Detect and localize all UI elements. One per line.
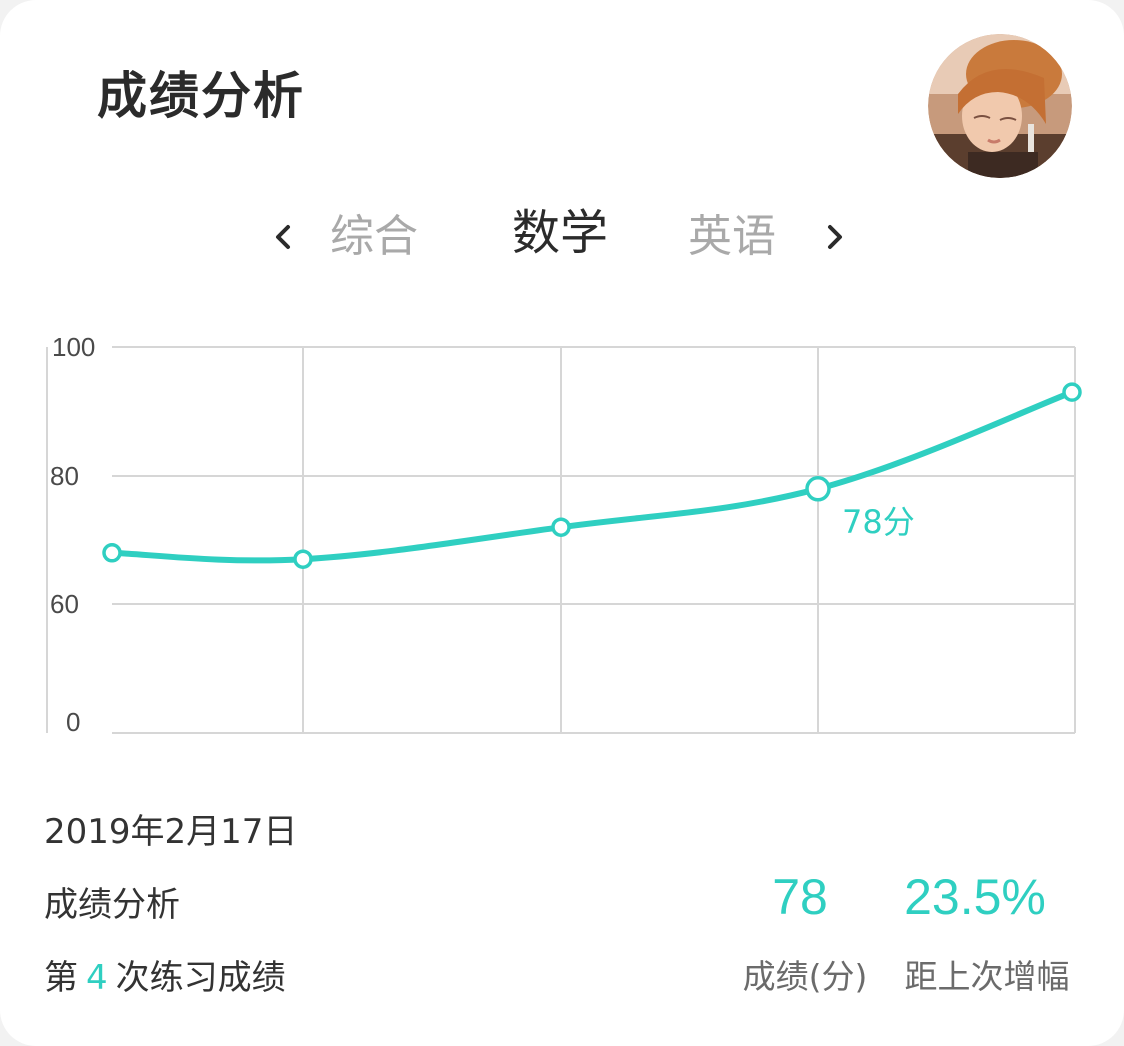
- score-label: 成绩(分): [742, 957, 868, 996]
- practice-number: 4: [86, 958, 108, 998]
- score-value: 78: [772, 869, 828, 925]
- practice-suffix: 次练习成绩: [115, 958, 286, 998]
- tab-comprehensive[interactable]: 综合: [330, 205, 418, 269]
- chevron-left-icon[interactable]: [266, 219, 302, 255]
- y-tick-label: 100: [52, 332, 95, 362]
- highlight-data-label: 78分: [842, 503, 915, 541]
- score-line-chart: 100 80 60 0 78分: [46, 332, 1082, 737]
- score-analysis-card: 成绩分析 综合 数学 英语 100 80 60 0 78分 2019年2月17日…: [0, 0, 1124, 1046]
- practice-prefix: 第: [44, 958, 78, 998]
- page-title: 成绩分析: [97, 67, 305, 125]
- data-point[interactable]: [102, 543, 122, 563]
- data-point[interactable]: [551, 517, 571, 537]
- data-point-highlighted[interactable]: [805, 476, 831, 502]
- practice-count: 第 4 次练习成绩: [44, 950, 286, 999]
- practice-date: 2019年2月17日: [44, 812, 298, 852]
- chevron-right-icon[interactable]: [816, 219, 852, 255]
- data-point[interactable]: [293, 549, 313, 569]
- subject-tabs: 综合 数学 英语: [0, 205, 1124, 275]
- y-axis-ticks: 100 80 60 0: [50, 332, 95, 737]
- data-point[interactable]: [1062, 382, 1082, 402]
- increase-label: 距上次增幅: [904, 957, 1070, 996]
- y-tick-label: 60: [50, 589, 79, 619]
- summary-subtitle: 成绩分析: [44, 885, 180, 925]
- tab-math[interactable]: 数学: [512, 201, 608, 265]
- y-tick-label: 80: [50, 461, 79, 491]
- avatar[interactable]: [928, 34, 1072, 178]
- increase-value: 23.5%: [904, 869, 1046, 925]
- user-avatar-photo: [928, 34, 1072, 178]
- tab-english[interactable]: 英语: [688, 205, 776, 269]
- chart-grid: [46, 346, 1076, 734]
- y-tick-label: 0: [66, 707, 80, 737]
